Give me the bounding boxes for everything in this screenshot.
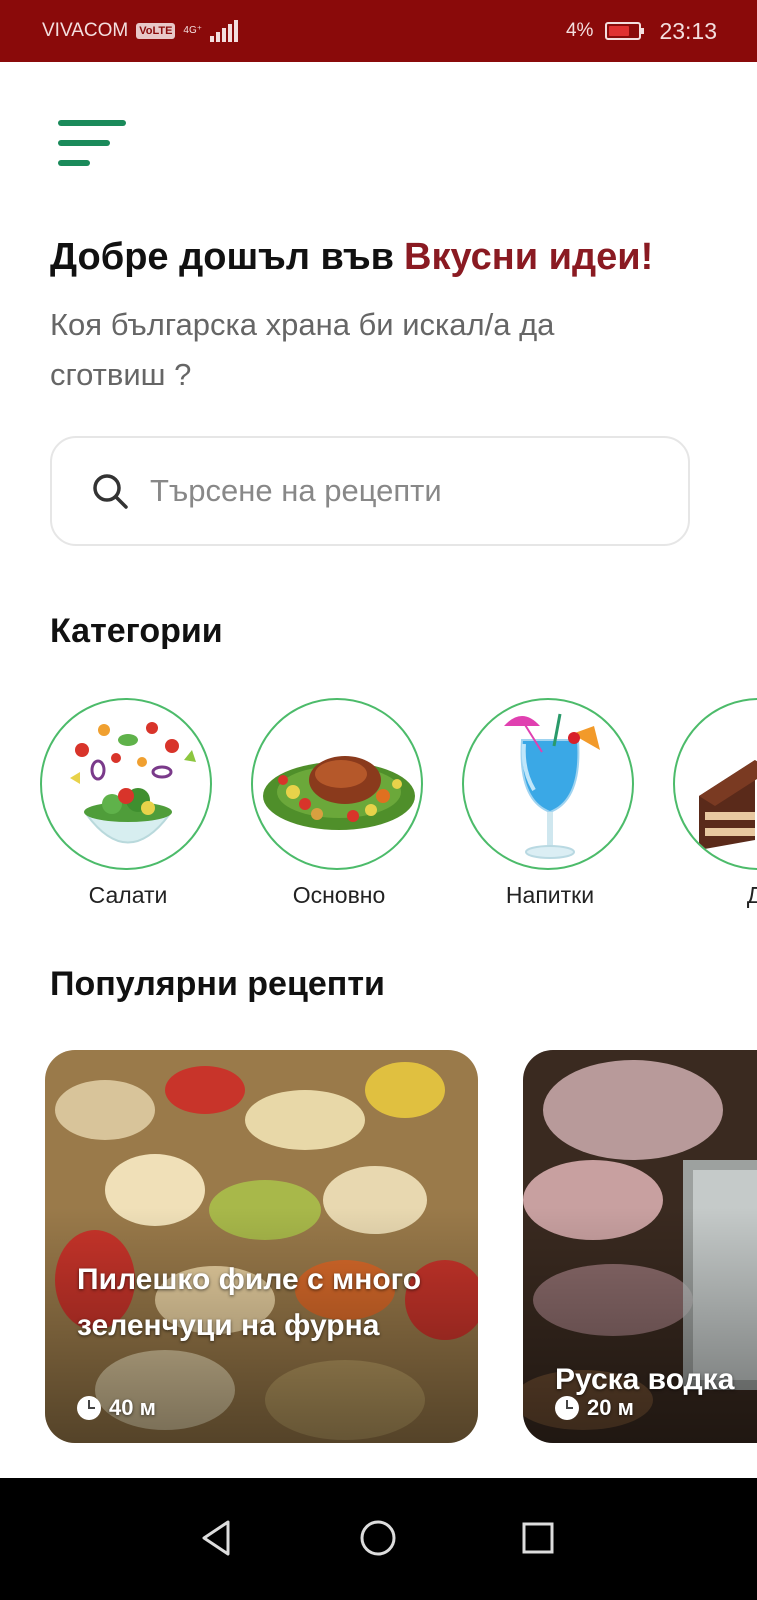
- category-label: Основно: [292, 882, 386, 908]
- network-type: 4G⁺: [183, 25, 203, 36]
- category-drinks[interactable]: Напитки: [462, 698, 638, 909]
- cake-slice-image: [673, 698, 757, 870]
- status-bar: VIVACOM VoLTE 4G⁺ 4% 23:13: [0, 0, 757, 62]
- hamburger-menu-icon[interactable]: [58, 118, 128, 172]
- category-desserts[interactable]: Де: [673, 698, 757, 909]
- carrier-name: VIVACOM: [42, 20, 129, 41]
- category-main[interactable]: Основно: [251, 698, 427, 909]
- salad-bowl-image: [40, 698, 212, 870]
- welcome-heading: Добре дошъл във Вкусни идеи!: [50, 236, 653, 279]
- search-bar[interactable]: [50, 436, 690, 546]
- clock-time: 23:13: [659, 17, 717, 44]
- volte-badge: VoLTE: [136, 23, 176, 39]
- home-circle-icon[interactable]: [348, 1508, 408, 1568]
- clock-icon: [555, 1396, 579, 1420]
- categories-title: Категории: [50, 612, 223, 650]
- battery-icon: [605, 22, 645, 40]
- recipe-time-value: 40 м: [109, 1395, 156, 1420]
- recents-square-icon[interactable]: [508, 1508, 568, 1568]
- blue-cocktail-image: [462, 698, 634, 870]
- system-nav-bar: [0, 1478, 757, 1600]
- categories-carousel[interactable]: Салати Основно Напитки Д: [40, 698, 757, 928]
- category-salads[interactable]: Салати: [40, 698, 216, 909]
- signal-icon: [210, 20, 239, 42]
- popular-recipes-title: Популярни рецепти: [50, 965, 385, 1003]
- roast-chicken-image: [251, 698, 423, 870]
- recipe-card[interactable]: Пилешко филе с много зеленчуци на фурна …: [45, 1050, 478, 1443]
- popular-recipes-carousel[interactable]: Пилешко филе с много зеленчуци на фурна …: [45, 1050, 757, 1445]
- welcome-text: Добре дошъл във: [50, 236, 395, 278]
- category-label: Напитки: [505, 882, 595, 908]
- search-input[interactable]: [148, 472, 632, 510]
- battery-percent: 4%: [565, 20, 594, 41]
- recipe-time-value: 20 м: [587, 1395, 634, 1420]
- brand-name: Вкусни идеи!: [404, 236, 654, 278]
- welcome-subtitle: Коя българска храна би искал/а да сготви…: [50, 307, 555, 392]
- recipe-time: 40 м: [77, 1395, 156, 1421]
- category-label: Салати: [88, 882, 168, 908]
- search-icon: [90, 471, 130, 511]
- category-label: Де: [746, 882, 757, 908]
- recipe-title: Пилешко филе с много зеленчуци на фурна: [77, 1263, 422, 1342]
- recipe-card[interactable]: Руска водка 20 м: [523, 1050, 757, 1443]
- back-triangle-icon[interactable]: [186, 1508, 246, 1568]
- recipe-time: 20 м: [555, 1395, 634, 1421]
- clock-icon: [77, 1396, 101, 1420]
